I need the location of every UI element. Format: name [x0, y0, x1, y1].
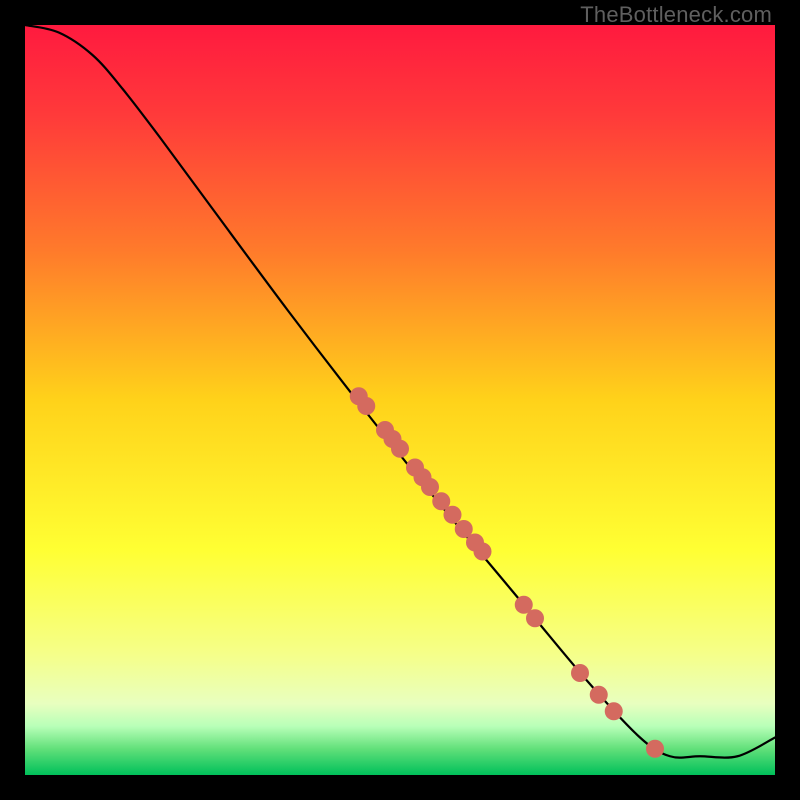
- marker-dot: [474, 543, 492, 561]
- marker-dot: [605, 702, 623, 720]
- marker-dot: [391, 440, 409, 458]
- marker-dot: [571, 664, 589, 682]
- marker-dot: [421, 478, 439, 496]
- marker-dot: [444, 506, 462, 524]
- marker-dot: [526, 609, 544, 627]
- chart-plot: [25, 25, 775, 775]
- marker-dot: [646, 740, 664, 758]
- marker-dot: [590, 686, 608, 704]
- chart-frame: TheBottleneck.com: [0, 0, 800, 800]
- marker-dot: [357, 397, 375, 415]
- gradient-background: [25, 25, 775, 775]
